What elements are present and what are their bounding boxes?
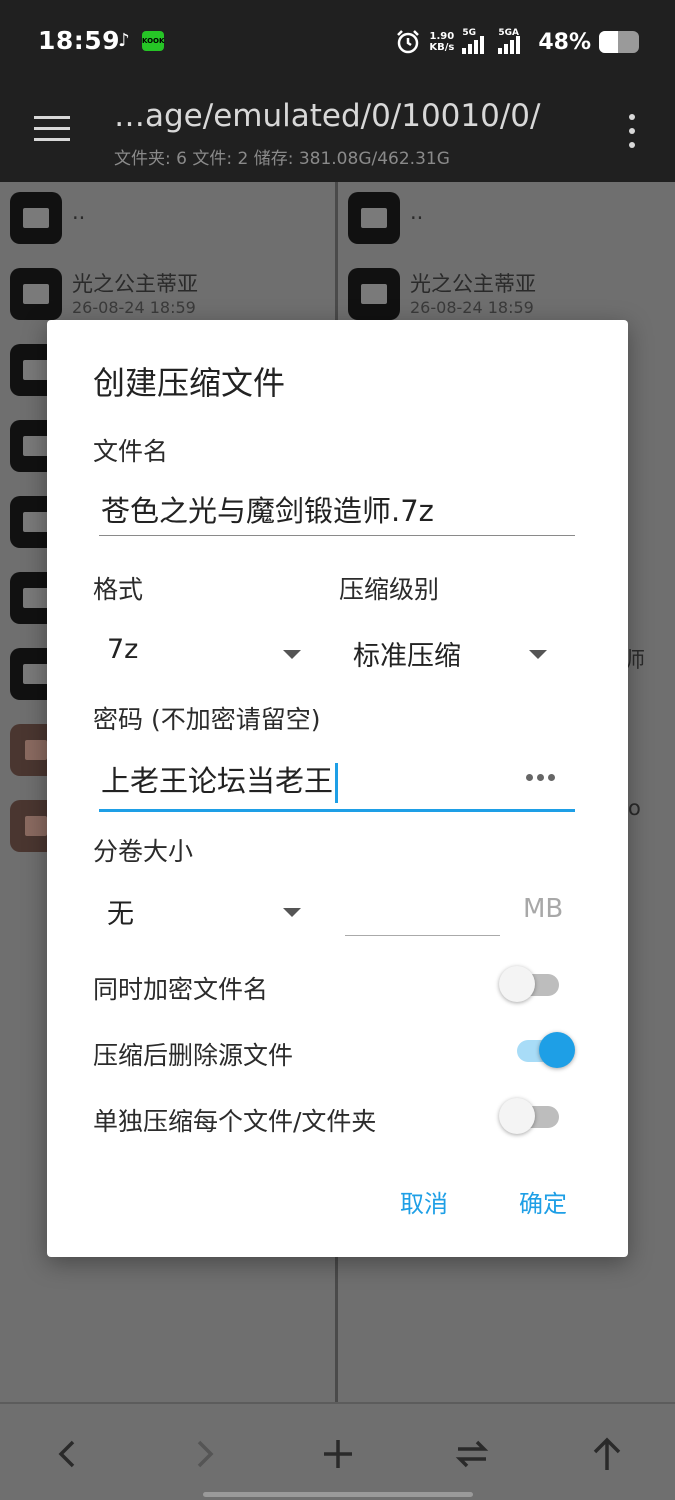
format-label: 格式	[93, 575, 144, 604]
net-speed-unit: KB/s	[429, 42, 455, 53]
volume-size-value: 无	[107, 899, 134, 930]
file-name: ..	[410, 200, 424, 224]
confirm-button[interactable]: 确定	[519, 1184, 567, 1219]
bottom-toolbar	[0, 1402, 675, 1500]
net-speed: 1.90 KB/s	[429, 31, 454, 53]
swap-icon[interactable]	[450, 1432, 494, 1476]
create-archive-dialog: 创建压缩文件 文件名 苍色之光与魔剑锻造师.7z 格式 压缩级别 7z 标准压缩…	[47, 320, 628, 1257]
compress-each-switch[interactable]	[499, 1098, 563, 1134]
alarm-icon	[397, 30, 420, 54]
signal-icon: 5G	[462, 28, 490, 54]
chevron-down-icon	[283, 908, 301, 917]
file-name: 光之公主蒂亚	[72, 272, 198, 296]
more-horizontal-icon[interactable]	[526, 774, 555, 781]
dialog-title: 创建压缩文件	[93, 364, 286, 402]
menu-icon[interactable]	[34, 116, 70, 142]
status-bar: 18:59 ♪ KOOK 1.90 KB/s 5G 5GA 48%	[0, 0, 675, 84]
compression-level-select[interactable]: 标准压缩	[353, 628, 553, 678]
volume-size-select[interactable]: 无	[107, 886, 307, 936]
volume-size-unit: MB	[523, 894, 564, 924]
compression-level-value: 标准压缩	[353, 641, 461, 672]
file-date: 26-08-24 18:59	[410, 298, 534, 317]
app-toolbar: …age/emulated/0/10010/0/ 文件夹: 6 文件: 2 储存…	[0, 84, 675, 182]
folder-icon	[348, 192, 400, 244]
file-date: 26-08-24 18:59	[72, 298, 196, 317]
status-right-group: 1.90 KB/s 5G 5GA 48%	[395, 26, 639, 58]
filename-value: 苍色之光与魔剑锻造师.7z	[101, 494, 434, 528]
compression-level-label: 压缩级别	[339, 575, 440, 604]
signal2-label: 5GA	[498, 28, 519, 38]
net-speed-value: 1.90	[429, 31, 455, 42]
volume-size-label: 分卷大小	[93, 837, 194, 866]
cancel-button[interactable]: 取消	[400, 1184, 448, 1219]
current-path: …age/emulated/0/10010/0/	[114, 98, 541, 134]
home-indicator[interactable]	[203, 1492, 473, 1497]
signal-icon-2: 5GA	[498, 28, 530, 54]
add-icon[interactable]	[316, 1432, 360, 1476]
signal1-label: 5G	[462, 28, 476, 38]
file-name-peek-2: o	[628, 796, 641, 820]
up-icon[interactable]	[585, 1432, 629, 1476]
tiktok-icon: ♪	[118, 30, 130, 51]
password-value: 上老王论坛当老王	[101, 764, 334, 798]
filename-field[interactable]: 苍色之光与魔剑锻造师.7z	[99, 482, 575, 536]
filename-label: 文件名	[93, 437, 169, 466]
folder-icon	[10, 268, 62, 320]
format-select[interactable]: 7z	[107, 628, 307, 678]
folder-icon	[348, 268, 400, 320]
folder-icon	[10, 192, 62, 244]
back-icon[interactable]	[46, 1432, 90, 1476]
password-field[interactable]: 上老王论坛当老王	[99, 752, 575, 812]
path-info: 文件夹: 6 文件: 2 储存: 381.08G/462.31G	[114, 149, 450, 169]
chevron-down-icon	[283, 650, 301, 659]
encrypt-filenames-switch[interactable]	[499, 966, 563, 1002]
toggle-label: 单独压缩每个文件/文件夹	[93, 1107, 377, 1136]
file-name: ..	[72, 200, 86, 224]
delete-source-switch[interactable]	[513, 1032, 575, 1068]
toggle-label: 压缩后删除源文件	[93, 1041, 294, 1070]
forward-icon[interactable]	[182, 1432, 226, 1476]
file-name: 光之公主蒂亚	[410, 272, 536, 296]
format-value: 7z	[107, 634, 139, 665]
list-item[interactable]: ..	[0, 182, 335, 258]
battery-percent: 48%	[538, 29, 591, 55]
battery-icon	[599, 31, 639, 53]
status-time: 18:59	[38, 26, 121, 55]
volume-size-input[interactable]	[345, 886, 500, 936]
toggle-label: 同时加密文件名	[93, 975, 269, 1004]
list-item[interactable]: ..	[338, 182, 675, 258]
password-label: 密码 (不加密请留空)	[93, 705, 321, 734]
more-options-icon[interactable]	[627, 114, 637, 148]
text-cursor	[335, 763, 339, 803]
app-notification-icon: KOOK	[142, 31, 164, 51]
password-value-wrap: 上老王论坛当老王	[101, 758, 339, 803]
chevron-down-icon	[529, 650, 547, 659]
